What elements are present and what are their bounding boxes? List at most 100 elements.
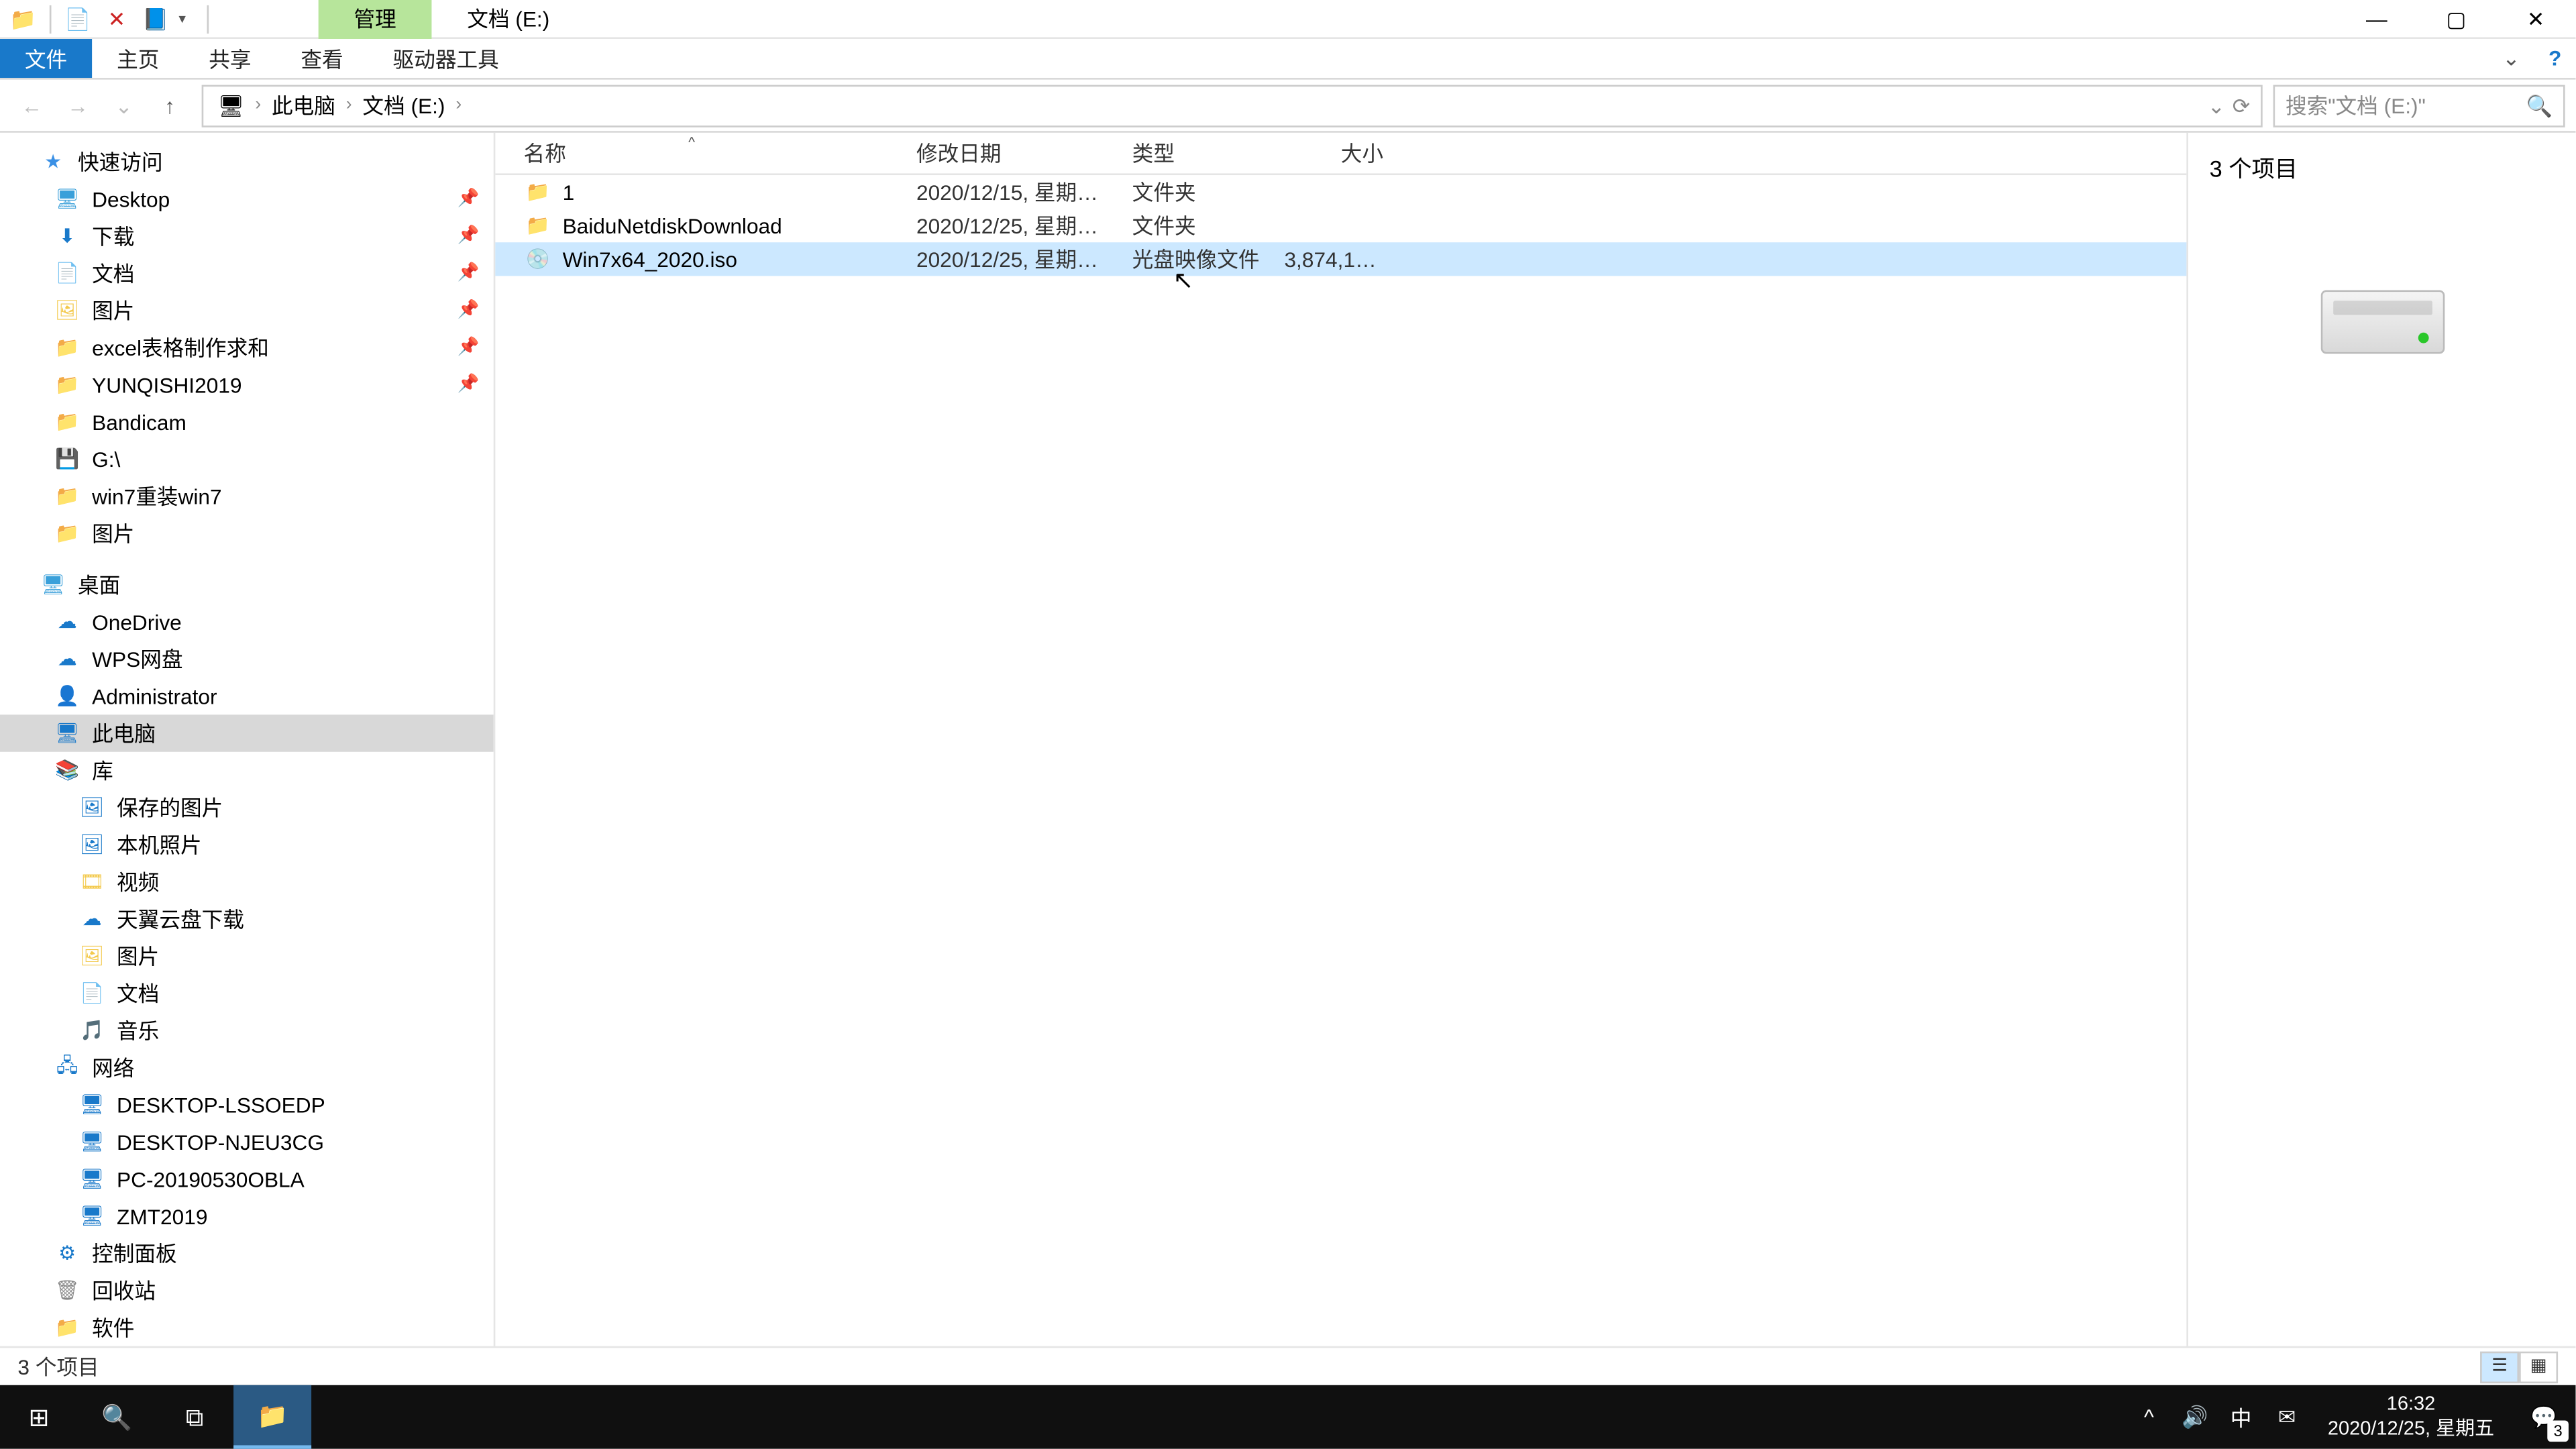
nav-yunqishi[interactable]: 📁YUNQISHI2019📌 [0, 366, 494, 403]
tray-overflow-icon[interactable]: ^ [2126, 1385, 2172, 1449]
up-button[interactable]: ↑ [149, 84, 191, 126]
nav-libraries[interactable]: 📚库 [0, 752, 494, 789]
clock-date: 2020/12/25, 星期五 [2328, 1417, 2494, 1442]
nav-documents[interactable]: 📄文档📌 [0, 255, 494, 292]
file-row[interactable]: 📁BaiduNetdiskDownload2020/12/25, 星期五 1..… [495, 209, 2186, 242]
nav-win7[interactable]: 📁win7重装win7 [0, 478, 494, 515]
nav-pc-zmt[interactable]: 🖥ZMT2019 [0, 1197, 494, 1234]
control-panel-icon: ⚙ [53, 1239, 81, 1267]
maximize-button[interactable]: ▢ [2416, 0, 2496, 38]
nav-tianyi[interactable]: ☁天翼云盘下载 [0, 900, 494, 937]
task-view-button[interactable]: ⧉ [156, 1385, 233, 1449]
nav-admin[interactable]: 👤Administrator [0, 678, 494, 714]
tab-file[interactable]: 文件 [0, 39, 92, 78]
taskbar-search-button[interactable]: 🔍 [78, 1385, 156, 1449]
action-center-button[interactable]: 💬 3 [2512, 1385, 2576, 1449]
nav-wps[interactable]: ☁WPS网盘 [0, 641, 494, 678]
tab-view[interactable]: 查看 [276, 39, 368, 78]
file-row[interactable]: 📁12020/12/15, 星期二 1...文件夹 [495, 175, 2186, 209]
computer-icon: 🖥 [78, 1165, 106, 1193]
nav-recycle-bin[interactable]: 🗑回收站 [0, 1272, 494, 1309]
close-button[interactable]: ✕ [2496, 0, 2576, 38]
file-name: 1 [563, 180, 575, 205]
view-details-button[interactable]: ☰ [2480, 1350, 2519, 1382]
breadcrumb-drive-e[interactable]: 文档 (E:) [356, 90, 452, 120]
nav-bandicam[interactable]: 📁Bandicam [0, 403, 494, 440]
nav-pc-2019[interactable]: 🖥PC-20190530OBLA [0, 1161, 494, 1197]
forward-button[interactable]: → [56, 84, 99, 126]
taskbar-clock[interactable]: 16:32 2020/12/25, 星期五 [2310, 1392, 2512, 1442]
qat-delete-icon[interactable]: ✕ [101, 3, 132, 34]
view-large-icons-button[interactable]: ▦ [2519, 1350, 2558, 1382]
nav-excel[interactable]: 📁excel表格制作求和📌 [0, 329, 494, 366]
nav-downloads[interactable]: ⬇下载📌 [0, 217, 494, 254]
qat-properties-icon[interactable]: 📄 [62, 3, 93, 34]
nav-network[interactable]: 🖧网络 [0, 1049, 494, 1086]
address-dropdown-icon[interactable]: ⌄ [2208, 93, 2226, 117]
nav-local-photo[interactable]: 🖼本机照片 [0, 826, 494, 863]
ribbon-expand-icon[interactable]: ⌄ [2488, 39, 2534, 78]
tab-share[interactable]: 共享 [184, 39, 276, 78]
nav-control-panel[interactable]: ⚙控制面板 [0, 1235, 494, 1272]
tray-mail-icon[interactable]: ✉ [2264, 1385, 2310, 1449]
nav-onedrive[interactable]: ☁OneDrive [0, 603, 494, 640]
file-row[interactable]: 💿Win7x64_2020.iso2020/12/25, 星期五 1...光盘映… [495, 242, 2186, 276]
cloud-icon: ☁ [78, 905, 106, 933]
nav-this-pc[interactable]: 🖥此电脑 [0, 714, 494, 751]
column-date[interactable]: 修改日期 [888, 138, 1104, 168]
refresh-icon[interactable]: ⟳ [2233, 93, 2251, 117]
breadcrumb-sep[interactable]: › [452, 95, 465, 115]
nav-pc-lsso[interactable]: 🖥DESKTOP-LSSOEDP [0, 1086, 494, 1123]
qat-newfolder-icon[interactable]: 📘 [140, 3, 171, 34]
search-input[interactable]: 搜索"文档 (E:)" 🔍 [2273, 84, 2565, 126]
nav-docs2[interactable]: 📄文档 [0, 975, 494, 1012]
qat-more-icon[interactable]: ▾ [178, 11, 196, 27]
file-list[interactable]: 名称^ 修改日期 类型 大小 📁12020/12/15, 星期二 1...文件夹… [495, 133, 2186, 1346]
back-button[interactable]: ← [11, 84, 53, 126]
address-bar[interactable]: 🖥 › 此电脑 › 文档 (E:) › ⌄ ⟳ [202, 84, 2263, 126]
breadcrumb-sep[interactable]: › [343, 95, 356, 115]
file-icon: 📁 [524, 178, 552, 206]
breadcrumb-this-pc[interactable]: 此电脑 [264, 90, 342, 120]
start-button[interactable]: ⊞ [0, 1385, 78, 1449]
recent-locations-icon[interactable]: ⌄ [103, 84, 145, 126]
computer-icon: 🖥 [78, 1202, 106, 1230]
tab-drive-tools[interactable]: 驱动器工具 [368, 39, 524, 78]
search-icon[interactable]: 🔍 [2526, 93, 2553, 117]
tab-home[interactable]: 主页 [92, 39, 184, 78]
contextual-tab-manage[interactable]: 管理 [319, 0, 432, 38]
column-name[interactable]: 名称^ [495, 138, 888, 168]
breadcrumb-sep[interactable]: › [252, 95, 264, 115]
minimize-button[interactable]: — [2337, 0, 2416, 38]
nav-desktop-root[interactable]: 🖥桌面 [0, 566, 494, 603]
nav-video[interactable]: 🎞视频 [0, 863, 494, 900]
nav-quick-access[interactable]: ★快速访问 [0, 144, 494, 180]
taskbar-explorer-button[interactable]: 📁 [233, 1385, 311, 1449]
recycle-icon: 🗑 [53, 1277, 81, 1305]
navigation-pane[interactable]: ★快速访问 🖥Desktop📌 ⬇下载📌 📄文档📌 🖼图片📌 📁excel表格制… [0, 133, 495, 1346]
folder-icon: 📁 [53, 519, 81, 547]
app-icon[interactable]: 📁 [7, 3, 39, 34]
nav-pictures[interactable]: 🖼图片📌 [0, 292, 494, 329]
details-title: 3 个项目 [2210, 150, 2555, 184]
nav-gdrive[interactable]: 💾G:\ [0, 441, 494, 478]
nav-pc-njeu[interactable]: 🖥DESKTOP-NJEU3CG [0, 1123, 494, 1160]
pin-icon: 📌 [458, 189, 480, 209]
tray-ime-icon[interactable]: 中 [2218, 1385, 2264, 1449]
drive-icon: 💾 [53, 445, 81, 473]
nav-music[interactable]: 🎵音乐 [0, 1012, 494, 1049]
file-date: 2020/12/15, 星期二 1... [888, 177, 1104, 207]
nav-saved-pictures[interactable]: 🖼保存的图片 [0, 789, 494, 826]
column-size[interactable]: 大小 [1284, 138, 1390, 168]
help-icon[interactable]: ? [2534, 39, 2576, 78]
music-icon: 🎵 [78, 1016, 106, 1044]
nav-pictures2[interactable]: 📁图片 [0, 515, 494, 551]
column-type[interactable]: 类型 [1104, 138, 1284, 168]
nav-pics3[interactable]: 🖼图片 [0, 938, 494, 975]
qat-divider [50, 5, 52, 33]
nav-desktop[interactable]: 🖥Desktop📌 [0, 180, 494, 217]
user-icon: 👤 [53, 682, 81, 710]
tray-sound-icon[interactable]: 🔊 [2172, 1385, 2218, 1449]
computer-icon: 🖥 [78, 1091, 106, 1119]
nav-software[interactable]: 📁软件 [0, 1309, 494, 1346]
